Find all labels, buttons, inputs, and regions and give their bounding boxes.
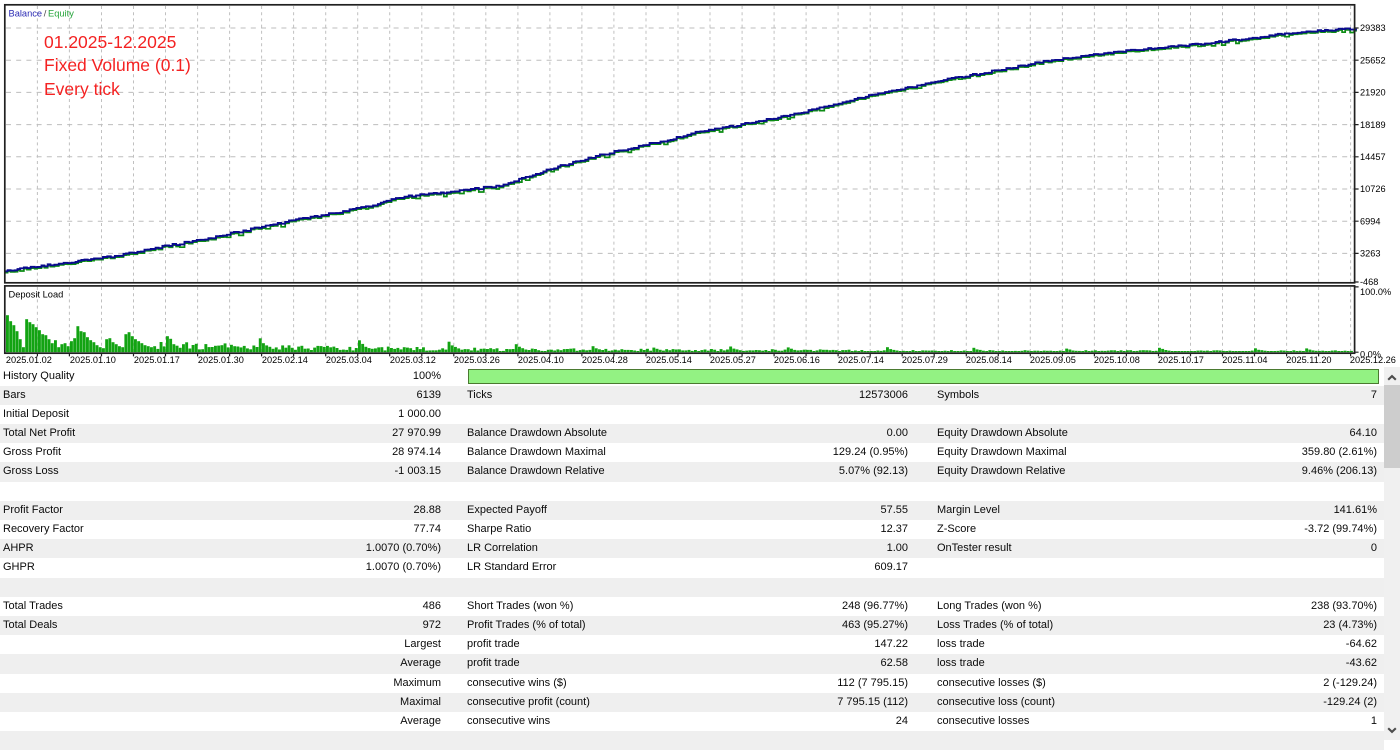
svg-text:6994: 6994	[1360, 216, 1380, 226]
svg-text:2025.01.30: 2025.01.30	[198, 355, 244, 365]
svg-text:2025.03.04: 2025.03.04	[326, 355, 372, 365]
svg-text:2025.04.10: 2025.04.10	[518, 355, 564, 365]
svg-text:2025.11.04: 2025.11.04	[1222, 355, 1267, 365]
svg-text:Equity: Equity	[48, 9, 74, 19]
svg-text:2025.03.26: 2025.03.26	[454, 355, 500, 365]
svg-text:2025.01.17: 2025.01.17	[134, 355, 180, 365]
svg-text:10726: 10726	[1360, 184, 1386, 194]
svg-text:14457: 14457	[1360, 152, 1386, 162]
svg-text:2025.04.28: 2025.04.28	[582, 355, 628, 365]
svg-text:2025.12.26: 2025.12.26	[1350, 355, 1396, 365]
svg-text:2025.08.14: 2025.08.14	[966, 355, 1012, 365]
svg-text:2025.02.14: 2025.02.14	[262, 355, 308, 365]
svg-text:2025.07.14: 2025.07.14	[838, 355, 884, 365]
svg-text:25652: 25652	[1360, 55, 1386, 65]
svg-text:18189: 18189	[1360, 120, 1386, 130]
svg-text:/: /	[44, 9, 47, 19]
svg-text:2025.03.12: 2025.03.12	[390, 355, 436, 365]
svg-text:2025.10.17: 2025.10.17	[1158, 355, 1204, 365]
svg-text:100.0%: 100.0%	[1360, 287, 1391, 297]
svg-text:2025.06.16: 2025.06.16	[774, 355, 820, 365]
svg-text:-468: -468	[1360, 277, 1378, 287]
svg-text:2025.09.05: 2025.09.05	[1030, 355, 1076, 365]
svg-text:2025.05.14: 2025.05.14	[646, 355, 692, 365]
svg-text:2025.01.10: 2025.01.10	[70, 355, 116, 365]
svg-text:21920: 21920	[1360, 88, 1386, 98]
svg-text:2025.07.29: 2025.07.29	[902, 355, 948, 365]
svg-text:3263: 3263	[1360, 249, 1380, 259]
svg-text:2025.05.27: 2025.05.27	[710, 355, 756, 365]
svg-text:2025.10.08: 2025.10.08	[1094, 355, 1140, 365]
svg-text:2025.01.02: 2025.01.02	[6, 355, 52, 365]
svg-text:Balance: Balance	[9, 9, 43, 19]
svg-text:29383: 29383	[1360, 23, 1386, 33]
svg-text:2025.11.20: 2025.11.20	[1286, 355, 1331, 365]
svg-text:Deposit Load: Deposit Load	[9, 290, 64, 300]
